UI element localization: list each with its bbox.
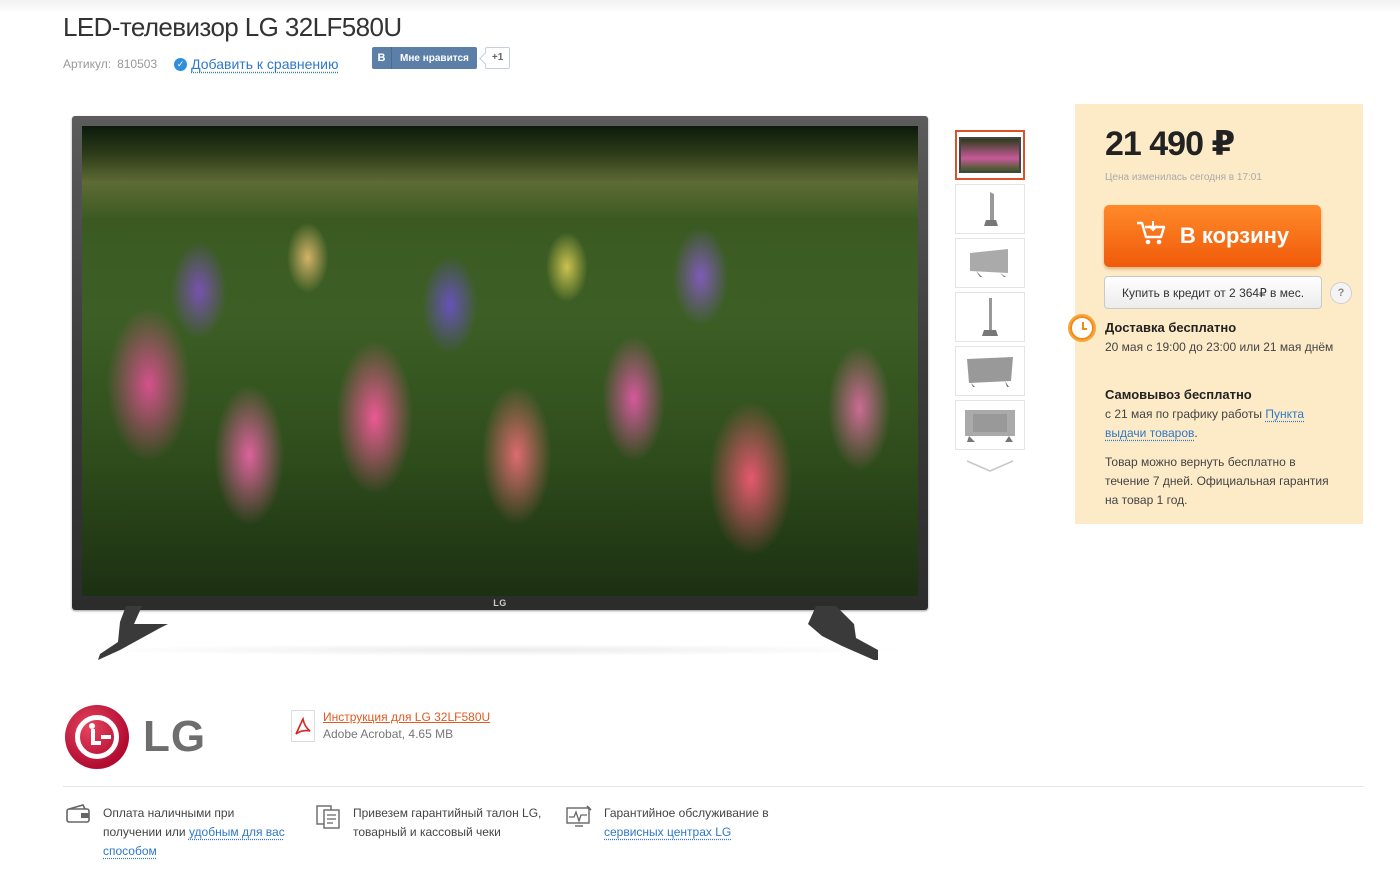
receipt-icon [313,804,343,832]
feature-warranty-text: Гарантийное обслуживание в [604,806,769,820]
thumbnail-profile-view[interactable] [955,292,1025,342]
cart-icon [1136,220,1166,253]
clock-icon [1068,314,1096,342]
delivery-text: 20 мая с 19:00 до 23:00 или 21 мая днём [1105,340,1334,354]
thumbnail-back-view[interactable] [955,400,1025,450]
add-to-compare-button[interactable]: ✓ Добавить к сравнению [174,56,338,72]
brand-logo[interactable]: LG [65,705,206,769]
thumbnail-angle-view[interactable] [955,238,1025,288]
vk-like-widget: В Мне нравится +1 [372,47,511,69]
tv-shadow [80,644,920,656]
buy-on-credit-button[interactable]: Купить в кредит от 2 364₽ в мес. [1104,276,1322,309]
price: 21 490 ₽ [1105,125,1235,163]
product-meta: Артикул: 810503 ✓ Добавить к сравнению [63,56,338,72]
chevron-down-icon[interactable] [955,454,1025,478]
service-monitor-icon [564,804,594,832]
pdf-icon [291,710,315,742]
add-to-compare-label[interactable]: Добавить к сравнению [191,56,338,72]
returns-text: Товар можно вернуть бесплатно в течение … [1105,455,1329,507]
manual-download: Инструкция для LG 32LF580U Adobe Acrobat… [291,710,490,742]
service-centers-link[interactable]: сервисных центрах LG [604,825,731,839]
pickup-text-before: с 21 мая по графику работы [1105,407,1266,421]
check-icon: ✓ [174,57,188,71]
sku-value: 810503 [117,57,158,71]
vk-like-label: Мне нравится [400,52,469,64]
vk-like-button[interactable]: В Мне нравится [372,47,477,69]
pickup-title: Самовывоз бесплатно [1105,387,1252,402]
tv-screen-image [82,126,918,596]
feature-documents-text: Привезем гарантийный талон LG, товарный … [353,806,542,839]
vk-like-count: +1 [484,47,511,69]
wallet-icon [63,804,93,832]
divider [63,786,1363,787]
purchase-panel: 21 490 ₽ Цена изменилась сегодня в 17:01… [1068,104,1363,524]
feature-payment: Оплата наличными при получении или удобн… [63,804,293,861]
vk-logo-icon: В [372,47,392,69]
thumbnail-side-view[interactable] [955,184,1025,234]
brand-name: LG [143,712,207,761]
price-change-note: Цена изменилась сегодня в 17:01 [1105,172,1262,183]
pickup-text: с 21 мая по графику работы Пункта выдачи… [1105,405,1337,443]
delivery-title: Доставка бесплатно [1105,320,1237,335]
tv-brand-mark: LG [493,598,507,608]
thumbnail-list [955,130,1027,478]
add-to-cart-label: В корзину [1179,223,1290,248]
manual-link[interactable]: Инструкция для LG 32LF580U [323,710,490,724]
page-title: LED-телевизор LG 32LF580U [63,12,402,42]
thumbnail-back-angle-view[interactable] [955,346,1025,396]
product-main-image[interactable]: LG [72,116,928,610]
pickup-text-after: . [1194,426,1198,440]
manual-file-info: Adobe Acrobat, 4.65 MB [323,727,454,741]
sku-label: Артикул: [63,57,112,71]
thumbnail-front-view[interactable] [955,130,1025,180]
credit-help-icon[interactable]: ? [1330,282,1352,304]
add-to-cart-button[interactable]: В корзину [1104,205,1321,267]
lg-logo-icon [65,705,129,769]
feature-documents: Привезем гарантийный талон LG, товарный … [313,804,553,842]
feature-warranty: Гарантийное обслуживание в сервисных цен… [564,804,804,842]
